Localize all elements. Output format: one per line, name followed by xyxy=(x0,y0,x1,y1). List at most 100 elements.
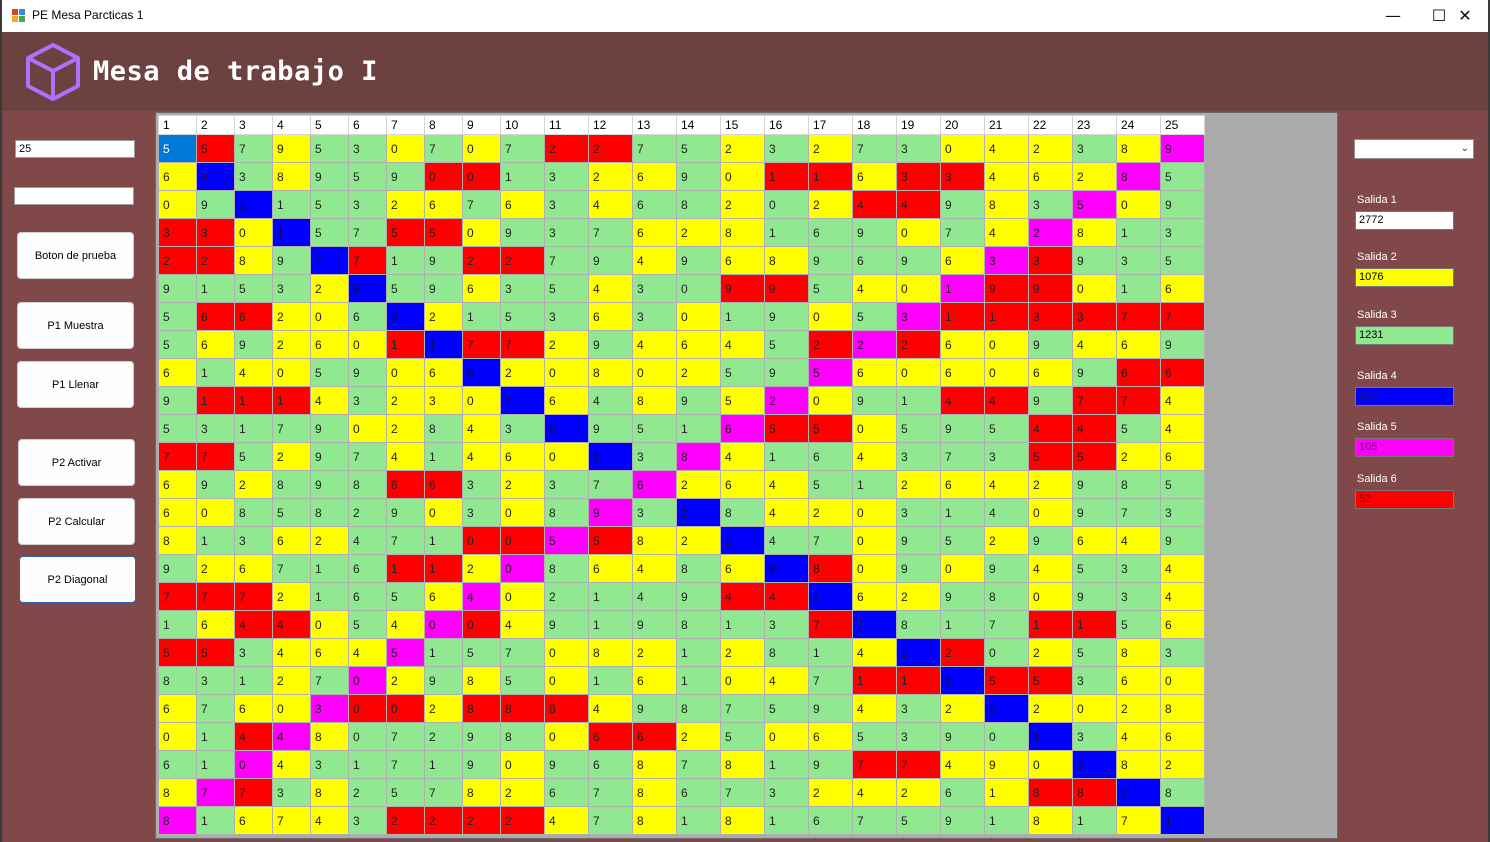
grid-cell[interactable]: 3 xyxy=(764,610,809,639)
grid-cell[interactable]: 4 xyxy=(984,162,1029,191)
grid-cell[interactable]: 5 xyxy=(234,442,273,471)
grid-cell[interactable]: 8 xyxy=(544,554,589,583)
grid-cell[interactable]: 0 xyxy=(500,498,545,527)
grid-cell[interactable]: 0 xyxy=(234,750,273,779)
grid-cell[interactable]: 8 xyxy=(1116,470,1161,499)
grid-cell[interactable]: 3 xyxy=(348,386,387,415)
grid-cell[interactable]: 1 xyxy=(386,246,425,275)
grid-cell[interactable]: 8 xyxy=(984,582,1029,611)
grid-cell[interactable]: 9 xyxy=(462,750,501,779)
grid-cell[interactable]: 7 xyxy=(272,414,311,443)
grid-cell[interactable]: 0 xyxy=(462,134,501,163)
grid-cell[interactable]: 1 xyxy=(1116,218,1161,247)
grid-cell[interactable]: 9 xyxy=(852,386,897,415)
grid-cell[interactable]: 8 xyxy=(234,246,273,275)
grid-cell[interactable]: 2 xyxy=(1116,778,1161,807)
grid-cell[interactable]: 6 xyxy=(632,162,677,191)
grid-cell[interactable]: 0 xyxy=(348,330,387,359)
data-grid-panel[interactable]: 1 2 3 4 5 6 7 8 9 10 11 12 13 14 15 16 17 18 19 20 21 22 23 24 2… xyxy=(155,112,1338,839)
grid-cell[interactable]: 0 xyxy=(1028,582,1073,611)
grid-cell[interactable]: 6 xyxy=(940,358,985,387)
grid-cell[interactable]: 1 xyxy=(676,638,721,667)
grid-cell[interactable]: 8 xyxy=(1116,134,1161,163)
grid-cell[interactable]: 1 xyxy=(424,442,463,471)
grid-cell[interactable]: 7 xyxy=(808,666,853,695)
grid-cell[interactable]: 4 xyxy=(852,778,897,807)
grid-cell[interactable]: 8 xyxy=(1072,778,1117,807)
grid-cell[interactable]: 7 xyxy=(348,246,387,275)
grid-cell[interactable]: 9 xyxy=(1028,274,1073,303)
grid-cell[interactable]: 3 xyxy=(462,470,501,499)
grid-cell[interactable]: 3 xyxy=(234,526,273,555)
grid-cell[interactable]: 1 xyxy=(196,274,235,303)
grid-cell[interactable]: 0 xyxy=(424,610,463,639)
grid-cell[interactable]: 1 xyxy=(764,162,809,191)
grid-cell[interactable]: 2 xyxy=(676,358,721,387)
grid-cell[interactable]: 9 xyxy=(424,274,463,303)
grid-cell[interactable]: 7 xyxy=(500,134,545,163)
grid-cell[interactable]: 7 xyxy=(348,442,387,471)
grid-cell[interactable]: 6 xyxy=(852,246,897,275)
grid-cell[interactable]: 2 xyxy=(1028,218,1073,247)
grid-cell[interactable]: 6 xyxy=(1160,722,1205,751)
grid-cell[interactable]: 4 xyxy=(1028,554,1073,583)
grid-cell[interactable]: 0 xyxy=(676,302,721,331)
grid-cell[interactable]: 5 xyxy=(852,302,897,331)
grid-cell[interactable]: 7 xyxy=(588,778,633,807)
grid-cell[interactable]: 4 xyxy=(544,806,589,835)
grid-cell[interactable]: 3 xyxy=(896,442,941,471)
grid-cell[interactable]: 2 xyxy=(462,246,501,275)
grid-cell[interactable]: 7 xyxy=(852,134,897,163)
grid-cell[interactable]: 2 xyxy=(500,246,545,275)
grid-cell[interactable]: 0 xyxy=(348,722,387,751)
grid-cell[interactable]: 2 xyxy=(764,386,809,415)
grid-cell[interactable]: 2 xyxy=(500,470,545,499)
grid-cell[interactable]: 4 xyxy=(588,386,633,415)
grid-cell[interactable]: 0 xyxy=(386,134,425,163)
grid-cell[interactable]: 8 xyxy=(676,610,721,639)
grid-cell[interactable]: 3 xyxy=(940,162,985,191)
grid-cell[interactable]: 2 xyxy=(234,190,273,219)
grid-cell[interactable]: 7 xyxy=(386,750,425,779)
grid-cell[interactable]: 7 xyxy=(544,246,589,275)
grid-cell[interactable]: 8 xyxy=(720,750,765,779)
grid-cell[interactable]: 1 xyxy=(424,330,463,359)
grid-cell[interactable]: 2 xyxy=(272,302,311,331)
grid-cell[interactable]: 5 xyxy=(808,414,853,443)
grid-cell[interactable]: 5 xyxy=(386,582,425,611)
grid-cell[interactable]: 2 xyxy=(720,638,765,667)
grid-cell[interactable]: 1 xyxy=(984,302,1029,331)
grid-cell[interactable]: 2 xyxy=(896,638,941,667)
grid-cell[interactable]: 4 xyxy=(940,386,985,415)
grid-cell[interactable]: 8 xyxy=(1116,750,1161,779)
grid-cell[interactable]: 6 xyxy=(852,582,897,611)
grid-cell[interactable]: 1 xyxy=(234,666,273,695)
grid-cell[interactable]: 6 xyxy=(1072,526,1117,555)
column-header[interactable]: 21 xyxy=(984,115,1029,135)
grid-cell[interactable]: 4 xyxy=(310,386,349,415)
grid-cell[interactable]: 7 xyxy=(272,554,311,583)
grid-cell[interactable]: 7 xyxy=(1116,386,1161,415)
grid-cell[interactable]: 1 xyxy=(764,750,809,779)
grid-cell[interactable]: 2 xyxy=(676,218,721,247)
grid-cell[interactable]: 0 xyxy=(386,694,425,723)
grid-cell[interactable]: 2 xyxy=(544,582,589,611)
grid-cell[interactable]: 9 xyxy=(1072,358,1117,387)
grid-cell[interactable]: 0 xyxy=(386,358,425,387)
grid-cell[interactable]: 4 xyxy=(852,694,897,723)
grid-cell[interactable]: 2 xyxy=(310,274,349,303)
grid-cell[interactable]: 4 xyxy=(720,330,765,359)
grid-cell[interactable]: 4 xyxy=(500,610,545,639)
grid-cell[interactable]: 0 xyxy=(1160,666,1205,695)
p2-calculate-button[interactable]: P2 Calcular xyxy=(18,498,135,545)
grid-cell[interactable]: 8 xyxy=(158,666,197,695)
grid-cell[interactable]: 1 xyxy=(310,554,349,583)
grid-cell[interactable]: 2 xyxy=(940,694,985,723)
grid-cell[interactable]: 4 xyxy=(896,190,941,219)
grid-cell[interactable]: 6 xyxy=(272,526,311,555)
grid-cell[interactable]: 8 xyxy=(1116,638,1161,667)
grid-cell[interactable]: 3 xyxy=(1028,190,1073,219)
grid-cell[interactable]: 0 xyxy=(310,302,349,331)
grid-cell[interactable]: 6 xyxy=(234,694,273,723)
grid-cell[interactable]: 5 xyxy=(386,638,425,667)
